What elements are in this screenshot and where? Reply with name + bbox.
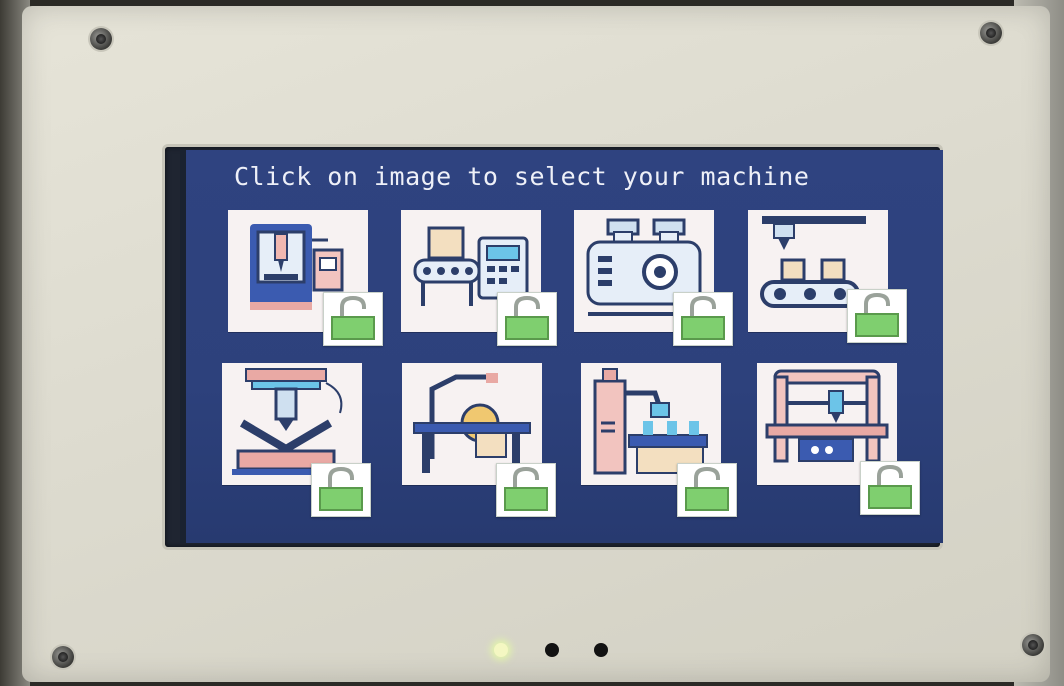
unlocked-padlock-icon[interactable] (497, 292, 557, 346)
unlocked-padlock-icon[interactable] (323, 292, 383, 346)
unlocked-padlock-icon[interactable] (860, 461, 920, 515)
screen-title: Click on image to select your machine (234, 162, 810, 191)
unlocked-padlock-icon[interactable] (677, 463, 737, 517)
page-indicator (490, 640, 610, 660)
screw-icon (1022, 634, 1044, 656)
screw-icon (980, 22, 1002, 44)
screw-icon (90, 28, 112, 50)
touch-screen: Click on image to select your machine (180, 150, 943, 543)
unlocked-padlock-icon[interactable] (496, 463, 556, 517)
unlocked-padlock-icon[interactable] (847, 289, 907, 343)
screw-icon (52, 646, 74, 668)
page-dot (594, 643, 608, 657)
unlocked-padlock-icon[interactable] (311, 463, 371, 517)
page-dot-active (494, 643, 508, 657)
unlocked-padlock-icon[interactable] (673, 292, 733, 346)
page-dot (545, 643, 559, 657)
